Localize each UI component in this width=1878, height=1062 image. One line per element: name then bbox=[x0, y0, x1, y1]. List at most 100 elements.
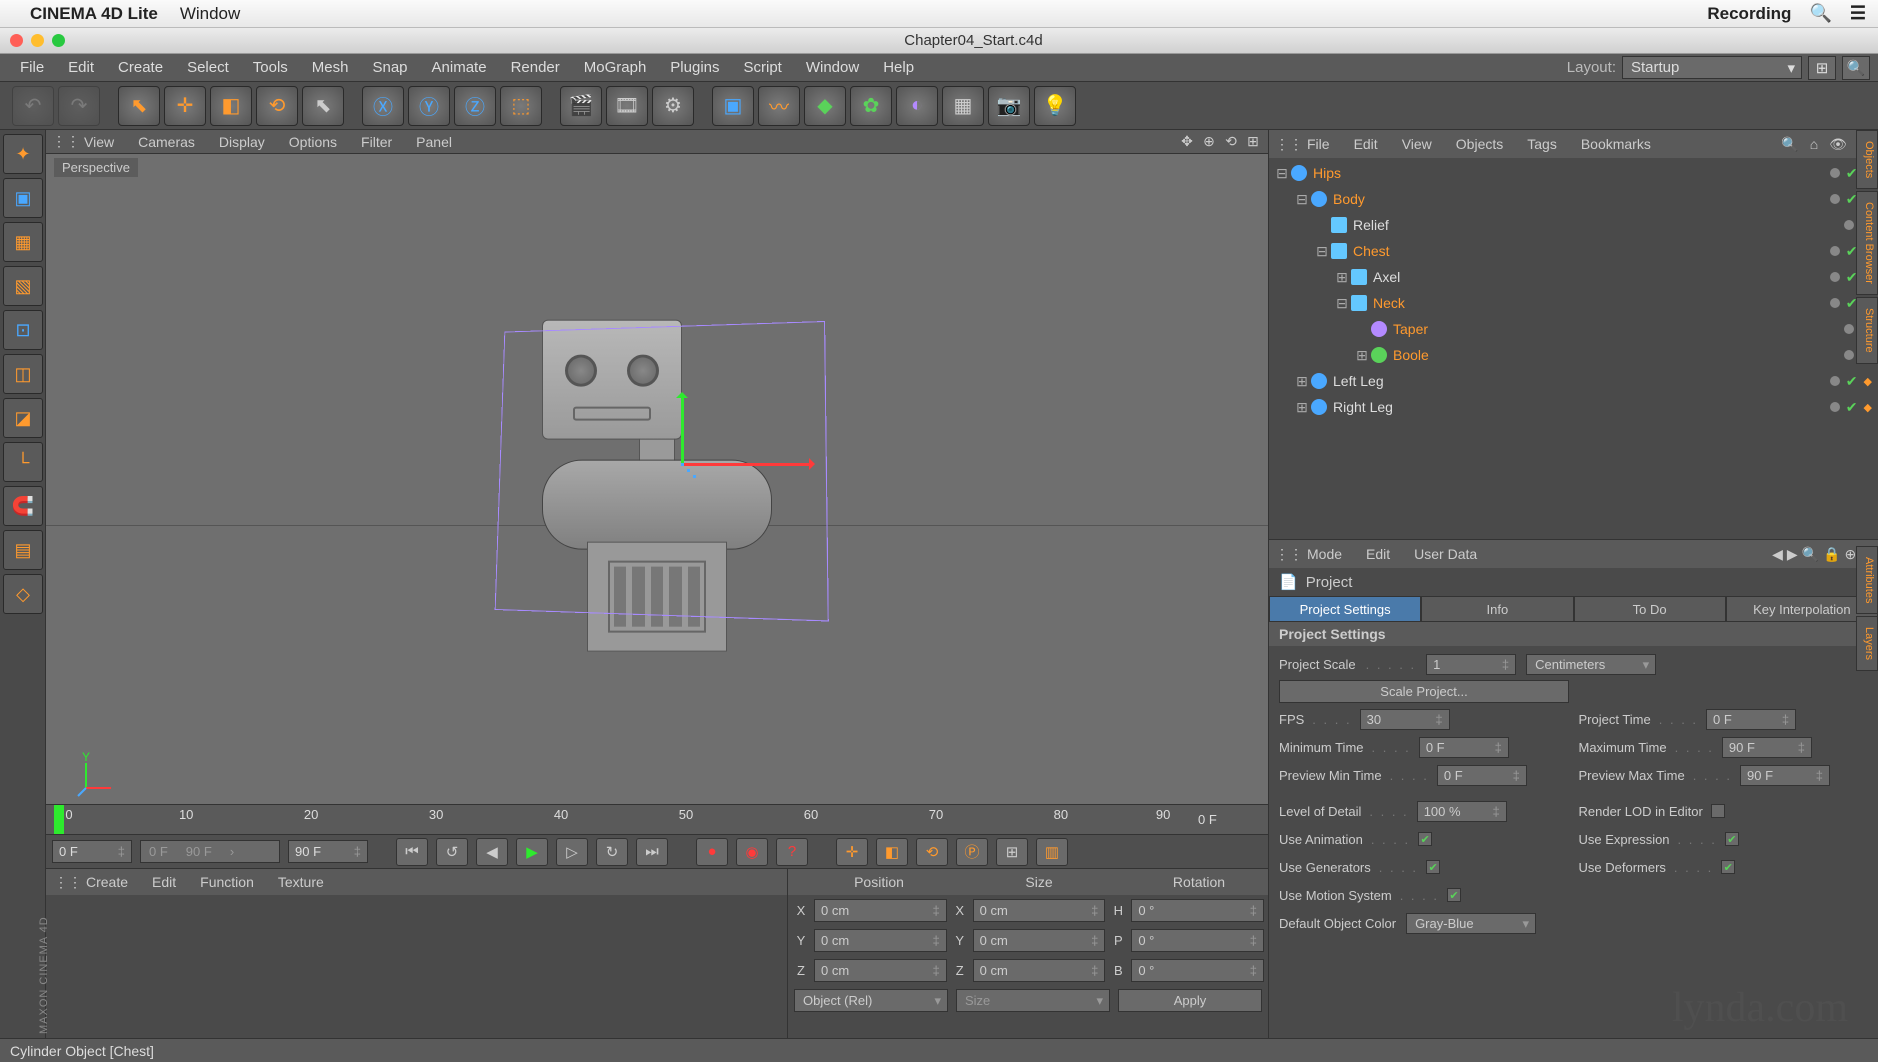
key-rotation-button[interactable]: ⟲ bbox=[916, 838, 948, 866]
menu-render[interactable]: Render bbox=[499, 59, 572, 76]
am-menu-edit[interactable]: Edit bbox=[1356, 546, 1400, 562]
menu-mesh[interactable]: Mesh bbox=[300, 59, 361, 76]
tab-todo[interactable]: To Do bbox=[1574, 596, 1726, 622]
am-nav-back-icon[interactable]: ◀ bbox=[1772, 546, 1783, 563]
maximum-time-field[interactable]: 90 F‡ bbox=[1722, 737, 1812, 758]
visibility-dot[interactable] bbox=[1830, 376, 1840, 386]
add-environment-button[interactable]: ▦ bbox=[942, 86, 984, 126]
rotation-h-field[interactable]: 0 °‡ bbox=[1131, 899, 1264, 922]
fps-field[interactable]: 30‡ bbox=[1360, 709, 1450, 730]
expand-icon[interactable]: ⊟ bbox=[1275, 165, 1289, 182]
view-menu-cameras[interactable]: Cameras bbox=[128, 134, 205, 150]
add-generator-button[interactable]: ◆ bbox=[804, 86, 846, 126]
tab-info[interactable]: Info bbox=[1421, 596, 1573, 622]
am-handle-icon[interactable]: ⋮⋮ bbox=[1275, 546, 1293, 563]
z-axis-lock[interactable]: Ⓩ bbox=[454, 86, 496, 126]
zoom-window-button[interactable] bbox=[52, 34, 65, 47]
expand-icon[interactable]: ⊟ bbox=[1315, 243, 1329, 260]
tree-item-chest[interactable]: ⊟Chest✔◆ bbox=[1269, 238, 1878, 264]
render-lod-checkbox[interactable] bbox=[1711, 804, 1725, 818]
next-key-button[interactable]: ↻ bbox=[596, 838, 628, 866]
autokey-button[interactable]: ◉ bbox=[736, 838, 768, 866]
tree-item-body[interactable]: ⊟Body✔◆ bbox=[1269, 186, 1878, 212]
mat-menu-function[interactable]: Function bbox=[190, 874, 264, 890]
end-frame-field[interactable]: 90 F‡ bbox=[288, 840, 368, 863]
tree-item-right-leg[interactable]: ⊞Right Leg✔◆ bbox=[1269, 394, 1878, 420]
menu-select[interactable]: Select bbox=[175, 59, 241, 76]
visibility-dot[interactable] bbox=[1830, 298, 1840, 308]
viewport-handle-icon[interactable]: ⋮⋮ bbox=[52, 133, 70, 150]
am-new-icon[interactable]: ⊕ bbox=[1845, 546, 1857, 563]
add-spline-button[interactable]: 〰 bbox=[758, 86, 800, 126]
expand-icon[interactable]: ⊞ bbox=[1295, 373, 1309, 390]
prev-key-button[interactable]: ↺ bbox=[436, 838, 468, 866]
playhead[interactable] bbox=[54, 805, 64, 834]
y-axis-lock[interactable]: Ⓨ bbox=[408, 86, 450, 126]
key-position-button[interactable]: ✛ bbox=[836, 838, 868, 866]
texture-mode-button[interactable]: ▦ bbox=[3, 222, 43, 262]
om-menu-edit[interactable]: Edit bbox=[1344, 136, 1388, 152]
edge-mode-button[interactable]: ◫ bbox=[3, 354, 43, 394]
tab-project-settings[interactable]: Project Settings bbox=[1269, 596, 1421, 622]
goto-start-button[interactable]: ⏮ bbox=[396, 838, 428, 866]
close-window-button[interactable] bbox=[10, 34, 23, 47]
layout-select[interactable]: Startup bbox=[1622, 56, 1802, 79]
object-tree[interactable]: ⊟Hips✔◆⊟Body✔◆Relief✔⊟Chest✔◆⊞Axel✔◆⊟Nec… bbox=[1269, 158, 1878, 539]
visibility-dot[interactable] bbox=[1844, 350, 1854, 360]
undo-button[interactable]: ↶ bbox=[12, 86, 54, 126]
tree-item-left-leg[interactable]: ⊞Left Leg✔◆ bbox=[1269, 368, 1878, 394]
x-axis-lock[interactable]: Ⓧ bbox=[362, 86, 404, 126]
visibility-dot[interactable] bbox=[1830, 194, 1840, 204]
view-menu-options[interactable]: Options bbox=[279, 134, 347, 150]
point-mode-button[interactable]: ⊡ bbox=[3, 310, 43, 350]
rotate-tool[interactable]: ⟲ bbox=[256, 86, 298, 126]
viewport-perspective[interactable]: Perspective Y bbox=[46, 154, 1268, 804]
size-y-field[interactable]: 0 cm‡ bbox=[973, 929, 1106, 952]
use-animation-checkbox[interactable]: ✔ bbox=[1418, 832, 1432, 846]
visibility-dot[interactable] bbox=[1844, 324, 1854, 334]
model-mode-button[interactable]: ▣ bbox=[3, 178, 43, 218]
menu-edit[interactable]: Edit bbox=[56, 59, 106, 76]
om-menu-objects[interactable]: Objects bbox=[1446, 136, 1513, 152]
mac-menu-window[interactable]: Window bbox=[180, 4, 240, 24]
use-deformers-checkbox[interactable]: ✔ bbox=[1721, 860, 1735, 874]
visibility-dot[interactable] bbox=[1830, 402, 1840, 412]
am-nav-fwd-icon[interactable]: ▶ bbox=[1787, 546, 1798, 563]
add-camera-button[interactable]: 📷 bbox=[988, 86, 1030, 126]
viewport-nav-rotate-icon[interactable]: ⟲ bbox=[1222, 133, 1240, 150]
workplane-mode-button[interactable]: ▧ bbox=[3, 266, 43, 306]
live-select-tool[interactable]: ⬉ bbox=[118, 86, 160, 126]
render-settings-button[interactable]: ⚙ bbox=[652, 86, 694, 126]
side-tab-content-browser[interactable]: Content Browser bbox=[1856, 191, 1878, 295]
add-deformer-button[interactable]: ◐ bbox=[896, 86, 938, 126]
position-y-field[interactable]: 0 cm‡ bbox=[814, 929, 947, 952]
expand-icon[interactable]: ⊞ bbox=[1335, 269, 1349, 286]
coord-apply-button[interactable]: Apply bbox=[1118, 989, 1262, 1012]
current-frame-field[interactable]: 0 F‡ bbox=[52, 840, 132, 863]
om-home-icon[interactable]: ⌂ bbox=[1804, 136, 1824, 152]
view-menu-panel[interactable]: Panel bbox=[406, 134, 462, 150]
timeline-ruler[interactable]: 0 10 20 30 40 50 60 70 80 90 0 F bbox=[46, 804, 1268, 834]
search-button[interactable]: 🔍 bbox=[1842, 56, 1870, 80]
project-scale-unit-select[interactable]: Centimeters bbox=[1526, 654, 1656, 675]
next-frame-button[interactable]: ▷ bbox=[556, 838, 588, 866]
menu-file[interactable]: File bbox=[8, 59, 56, 76]
tree-item-hips[interactable]: ⊟Hips✔◆ bbox=[1269, 160, 1878, 186]
coord-size-mode-select[interactable]: Size bbox=[956, 989, 1110, 1012]
visibility-dot[interactable] bbox=[1830, 272, 1840, 282]
menu-script[interactable]: Script bbox=[732, 59, 794, 76]
workplane-button[interactable]: ▤ bbox=[3, 530, 43, 570]
rotation-p-field[interactable]: 0 °‡ bbox=[1131, 929, 1264, 952]
menu-create[interactable]: Create bbox=[106, 59, 175, 76]
am-menu-mode[interactable]: Mode bbox=[1297, 546, 1352, 562]
menu-plugins[interactable]: Plugins bbox=[658, 59, 731, 76]
viewport-nav-move-icon[interactable]: ✥ bbox=[1178, 133, 1196, 150]
am-menu-userdata[interactable]: User Data bbox=[1404, 546, 1487, 562]
menu-tools[interactable]: Tools bbox=[241, 59, 300, 76]
tree-item-boole[interactable]: ⊞Boole✔ bbox=[1269, 342, 1878, 368]
viewport-nav-zoom-icon[interactable]: ⊕ bbox=[1200, 133, 1218, 150]
use-generators-checkbox[interactable]: ✔ bbox=[1426, 860, 1440, 874]
tree-item-neck[interactable]: ⊟Neck✔◆ bbox=[1269, 290, 1878, 316]
play-button[interactable]: ▶ bbox=[516, 838, 548, 866]
side-tab-layers[interactable]: Layers bbox=[1856, 616, 1878, 671]
